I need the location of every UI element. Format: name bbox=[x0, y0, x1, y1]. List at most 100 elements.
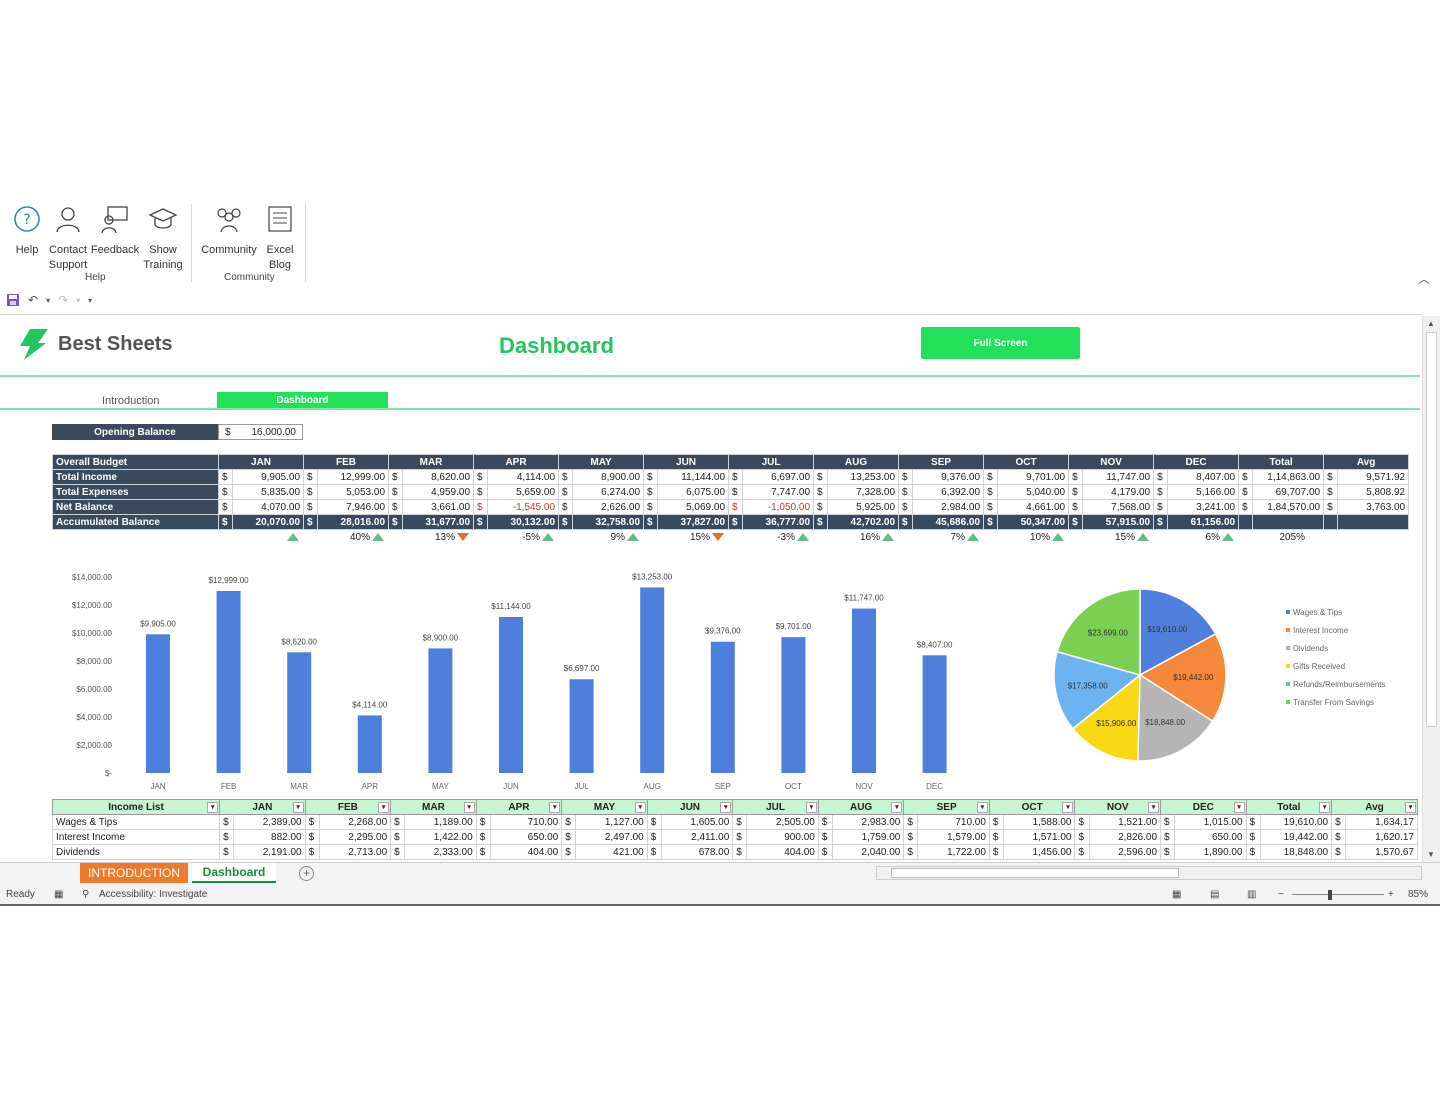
value-cell[interactable]: 4,661.00 bbox=[997, 499, 1070, 515]
value-cell[interactable]: 1,722.00 bbox=[917, 844, 990, 860]
macro-record-icon[interactable]: ▦ bbox=[54, 889, 63, 900]
scroll-down-icon[interactable]: ▼ bbox=[1427, 850, 1435, 859]
filter-dropdown-icon[interactable]: ▾ bbox=[1062, 802, 1074, 813]
column-header[interactable]: SEP ▾ bbox=[903, 799, 990, 815]
nav-dashboard-link[interactable]: Dashboard bbox=[217, 392, 388, 409]
value-cell[interactable]: 6,697.00 bbox=[742, 469, 815, 485]
help-button[interactable]: ? Help bbox=[10, 204, 44, 258]
bar[interactable] bbox=[146, 634, 170, 773]
value-cell[interactable]: 2,497.00 bbox=[575, 829, 648, 845]
value-cell[interactable]: 37,827.00 bbox=[657, 514, 730, 530]
value-cell[interactable]: 69,707.00 bbox=[1252, 484, 1325, 500]
value-cell[interactable]: 5,053.00 bbox=[317, 484, 390, 500]
value-cell[interactable]: 421.00 bbox=[575, 844, 648, 860]
value-cell[interactable]: 2,626.00 bbox=[572, 499, 645, 515]
value-cell[interactable]: 32,758.00 bbox=[572, 514, 645, 530]
zoom-in-icon[interactable]: + bbox=[1388, 889, 1394, 900]
value-cell[interactable]: 1,571.00 bbox=[1002, 829, 1076, 845]
horizontal-scroll-thumb[interactable] bbox=[891, 868, 1179, 878]
value-cell[interactable]: 1,456.00 bbox=[1002, 844, 1076, 860]
value-cell[interactable]: 4,959.00 bbox=[402, 484, 475, 500]
value-cell[interactable]: -1,545.00 bbox=[487, 499, 560, 515]
value-cell[interactable]: 5,835.00 bbox=[231, 484, 305, 500]
column-header[interactable]: NOV ▾ bbox=[1074, 799, 1162, 815]
feedback-button[interactable]: Feedback bbox=[90, 204, 140, 258]
value-cell[interactable]: 1,620.17 bbox=[1345, 829, 1418, 845]
value-cell[interactable]: 3,661.00 bbox=[402, 499, 475, 515]
value-cell[interactable]: 9,376.00 bbox=[912, 469, 985, 485]
value-cell[interactable]: 2,505.00 bbox=[746, 814, 819, 830]
page-break-icon[interactable]: ▥ bbox=[1247, 889, 1256, 900]
value-cell[interactable]: 36,777.00 bbox=[742, 514, 815, 530]
value-cell[interactable]: 882.00 bbox=[233, 829, 306, 845]
filter-dropdown-icon[interactable]: ▾ bbox=[292, 802, 304, 813]
vertical-scrollbar[interactable]: ▲ ▼ bbox=[1422, 316, 1440, 862]
value-cell[interactable]: 1,570.67 bbox=[1345, 844, 1418, 860]
value-cell[interactable]: 650.00 bbox=[1174, 829, 1247, 845]
value-cell[interactable]: 11,144.00 bbox=[657, 469, 730, 485]
value-cell[interactable]: 7,747.00 bbox=[742, 484, 815, 500]
value-cell[interactable]: 3,763.00 bbox=[1337, 499, 1410, 515]
value-cell[interactable]: 1,189.00 bbox=[404, 814, 477, 830]
full-screen-button[interactable]: Full Screen bbox=[921, 327, 1080, 359]
community-button[interactable]: Community bbox=[199, 204, 259, 258]
zoom-level[interactable]: 85% bbox=[1408, 889, 1428, 900]
bar[interactable] bbox=[922, 655, 947, 773]
column-header[interactable]: MAY ▾ bbox=[561, 799, 648, 815]
zoom-out-icon[interactable]: − bbox=[1278, 889, 1284, 900]
filter-dropdown-icon[interactable]: ▾ bbox=[1405, 802, 1416, 813]
filter-dropdown-icon[interactable]: ▾ bbox=[976, 802, 988, 813]
column-header[interactable]: JAN ▾ bbox=[219, 799, 306, 815]
filter-dropdown-icon[interactable]: ▾ bbox=[1319, 802, 1331, 813]
column-header[interactable]: AUG ▾ bbox=[817, 799, 905, 815]
bar[interactable] bbox=[852, 608, 876, 773]
bar[interactable] bbox=[216, 591, 241, 773]
save-icon[interactable] bbox=[6, 293, 20, 307]
value-cell[interactable]: 45,686.00 bbox=[912, 514, 985, 530]
value-cell[interactable]: 2,295.00 bbox=[318, 829, 392, 845]
value-cell[interactable]: 710.00 bbox=[489, 814, 563, 830]
customize-qat-icon[interactable]: ▾ bbox=[88, 296, 92, 305]
tab-introduction[interactable]: INTRODUCTION bbox=[80, 863, 188, 883]
value-cell[interactable]: 4,114.00 bbox=[487, 469, 560, 485]
column-header[interactable]: FEB ▾ bbox=[304, 799, 392, 815]
bar[interactable] bbox=[781, 637, 806, 773]
column-header[interactable]: APR ▾ bbox=[475, 799, 563, 815]
value-cell[interactable] bbox=[1252, 514, 1325, 530]
bar[interactable] bbox=[357, 715, 382, 773]
value-cell[interactable]: 9,701.00 bbox=[997, 469, 1070, 485]
accessibility-icon[interactable]: ⚲ bbox=[82, 889, 89, 900]
column-header[interactable]: JUL ▾ bbox=[732, 799, 819, 815]
filter-dropdown-icon[interactable]: ▾ bbox=[720, 802, 732, 813]
value-cell[interactable]: 404.00 bbox=[489, 844, 563, 860]
value-cell[interactable]: 9,905.00 bbox=[231, 469, 305, 485]
bar[interactable] bbox=[640, 587, 665, 773]
value-cell[interactable]: 900.00 bbox=[746, 829, 819, 845]
page-layout-icon[interactable]: ▤ bbox=[1210, 889, 1219, 900]
value-cell[interactable]: 2,268.00 bbox=[318, 814, 392, 830]
value-cell[interactable]: 1,521.00 bbox=[1088, 814, 1162, 830]
value-cell[interactable]: 3,241.00 bbox=[1167, 499, 1240, 515]
value-cell[interactable]: 1,127.00 bbox=[575, 814, 648, 830]
value-cell[interactable]: 1,759.00 bbox=[831, 829, 905, 845]
value-cell[interactable]: 1,579.00 bbox=[917, 829, 990, 845]
value-cell[interactable]: 6,392.00 bbox=[912, 484, 985, 500]
value-cell[interactable]: 28,016.00 bbox=[317, 514, 390, 530]
value-cell[interactable]: 19,442.00 bbox=[1259, 829, 1333, 845]
column-header[interactable]: Total ▾ bbox=[1245, 799, 1333, 815]
filter-dropdown-icon[interactable]: ▾ bbox=[805, 802, 817, 813]
vertical-scroll-thumb[interactable] bbox=[1426, 332, 1437, 727]
value-cell[interactable]: 8,407.00 bbox=[1167, 469, 1240, 485]
value-cell[interactable]: 1,605.00 bbox=[660, 814, 734, 830]
value-cell[interactable]: 4,179.00 bbox=[1082, 484, 1155, 500]
value-cell[interactable]: 5,166.00 bbox=[1167, 484, 1240, 500]
bar[interactable] bbox=[710, 641, 735, 773]
collapse-ribbon-icon[interactable]: ︿ bbox=[1418, 270, 1430, 287]
bar[interactable] bbox=[428, 648, 453, 773]
column-header[interactable]: Income List ▾ bbox=[51, 799, 221, 815]
column-header[interactable]: Avg ▾ bbox=[1331, 799, 1418, 815]
value-cell[interactable] bbox=[1337, 514, 1410, 530]
value-cell[interactable]: 2,389.00 bbox=[233, 814, 306, 830]
value-cell[interactable]: 5,925.00 bbox=[827, 499, 900, 515]
add-sheet-icon[interactable]: + bbox=[299, 866, 314, 881]
